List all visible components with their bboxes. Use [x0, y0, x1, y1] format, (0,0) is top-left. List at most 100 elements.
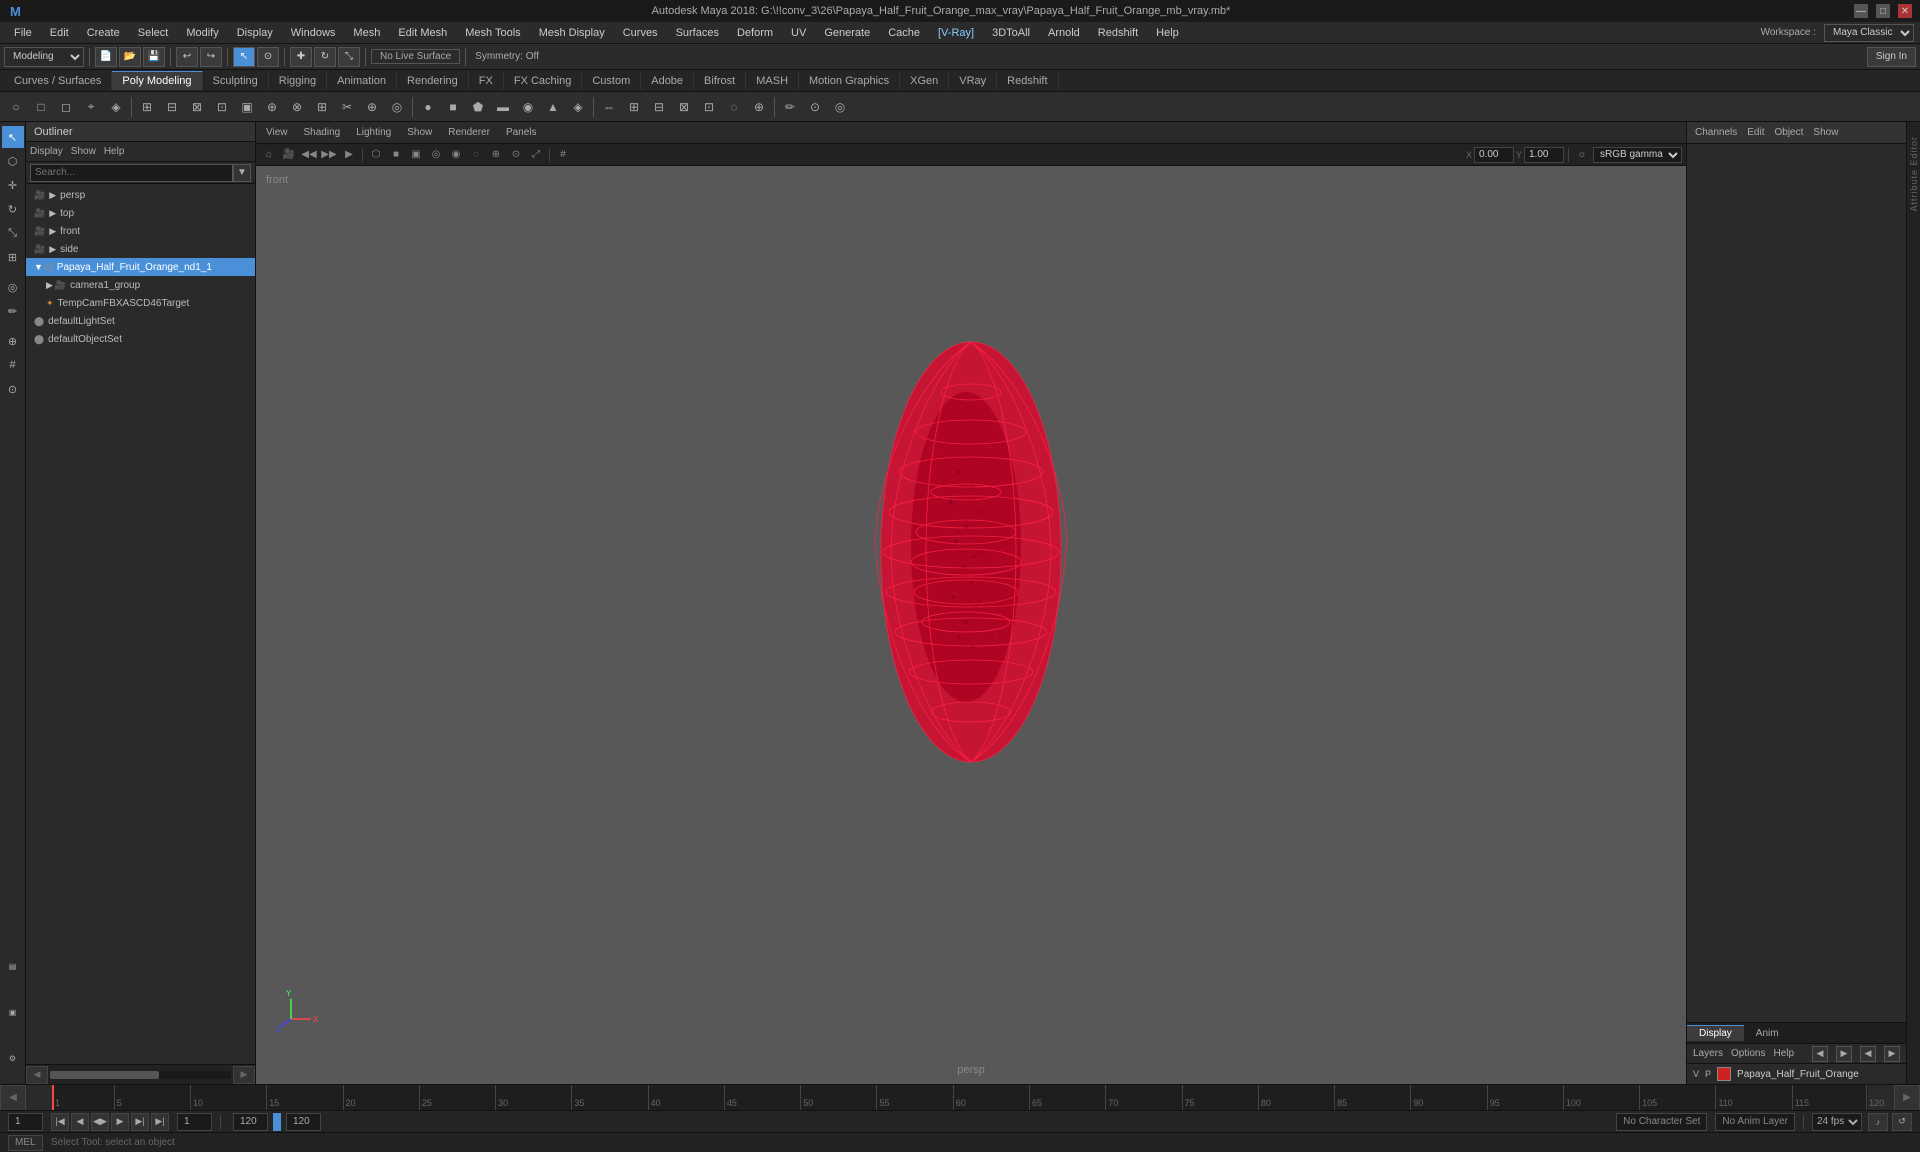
vp-play-btn[interactable]: ▶: [340, 146, 358, 164]
plane-icon[interactable]: ▬: [491, 95, 515, 119]
go-start-btn[interactable]: |◀: [51, 1113, 69, 1131]
outliner-display-menu[interactable]: Display: [30, 146, 63, 157]
select-tool-btn[interactable]: ↖: [2, 126, 24, 148]
frame-end-field[interactable]: 120: [233, 1113, 268, 1131]
attr-editor-toggle-btn[interactable]: ▣: [2, 990, 24, 1034]
vp-ao-btn[interactable]: ◌: [467, 146, 485, 164]
redo-btn[interactable]: ↪: [200, 47, 222, 67]
vp-gamma-select[interactable]: sRGB gamma: [1593, 147, 1682, 163]
outliner-item-front[interactable]: 🎥 ▶ front: [26, 222, 255, 240]
bevel-icon[interactable]: ⊠: [185, 95, 209, 119]
tab-animation[interactable]: Animation: [327, 72, 397, 90]
merge-icon[interactable]: ⊗: [285, 95, 309, 119]
vp-menu-show[interactable]: Show: [401, 127, 438, 138]
rp-channels-btn[interactable]: Channels: [1695, 127, 1737, 138]
layer-color-swatch[interactable]: [1717, 1067, 1731, 1081]
outliner-item-top[interactable]: 🎥 ▶ top: [26, 204, 255, 222]
vp-motion-blur-btn[interactable]: ⤢: [527, 146, 545, 164]
vp-menu-renderer[interactable]: Renderer: [442, 127, 496, 138]
undo-btn[interactable]: ↩: [176, 47, 198, 67]
tab-poly-modeling[interactable]: Poly Modeling: [112, 71, 202, 90]
menu-mesh-display[interactable]: Mesh Display: [531, 25, 613, 41]
menu-edit-mesh[interactable]: Edit Mesh: [390, 25, 455, 41]
snap-point-btn[interactable]: ⊕: [2, 330, 24, 352]
menu-select[interactable]: Select: [130, 25, 177, 41]
sphere-icon[interactable]: ●: [416, 95, 440, 119]
crease-icon[interactable]: ⊕: [260, 95, 284, 119]
timeline-track[interactable]: 1 5 10 15 20 25 30 35 40 45 50 55 60 65 …: [52, 1085, 1868, 1110]
tab-adobe[interactable]: Adobe: [641, 72, 694, 90]
layers-menu-item[interactable]: Layers: [1693, 1048, 1723, 1059]
rp-object-btn[interactable]: Object: [1775, 127, 1804, 138]
paint-select-btn[interactable]: ⬡: [2, 150, 24, 172]
boolean-icon[interactable]: ⊡: [697, 95, 721, 119]
tab-rigging[interactable]: Rigging: [269, 72, 327, 90]
cone-icon[interactable]: ▲: [541, 95, 565, 119]
loop-btn[interactable]: ↺: [1892, 1113, 1912, 1131]
vp-next-frame-btn[interactable]: ▶▶: [320, 146, 338, 164]
combine-icon[interactable]: ⊞: [622, 95, 646, 119]
vp-menu-panels[interactable]: Panels: [500, 127, 543, 138]
vp-menu-shading[interactable]: Shading: [298, 127, 347, 138]
menu-vray[interactable]: [V-Ray]: [930, 25, 982, 41]
fps-dropdown[interactable]: 24 fps: [1812, 1113, 1862, 1131]
go-end-btn[interactable]: ▶|: [151, 1113, 169, 1131]
tab-curves-surfaces[interactable]: Curves / Surfaces: [4, 72, 112, 90]
maximize-button[interactable]: □: [1876, 4, 1890, 18]
no-character-set-btn[interactable]: No Character Set: [1616, 1113, 1707, 1131]
options-menu-item[interactable]: Options: [1731, 1048, 1765, 1059]
start-frame-field[interactable]: 1: [8, 1113, 43, 1131]
menu-help[interactable]: Help: [1148, 25, 1187, 41]
outliner-item-papaya[interactable]: ▼ ⬡ Papaya_Half_Fruit_Orange_nd1_1: [26, 258, 255, 276]
cylinder-icon[interactable]: ⬟: [466, 95, 490, 119]
move-btn[interactable]: ✚: [290, 47, 312, 67]
tab-custom[interactable]: Custom: [582, 72, 641, 90]
menu-mesh[interactable]: Mesh: [345, 25, 388, 41]
menu-deform[interactable]: Deform: [729, 25, 781, 41]
tab-redshift[interactable]: Redshift: [997, 72, 1058, 90]
rotate-btn[interactable]: ↻: [314, 47, 336, 67]
cut-icon[interactable]: ✂: [335, 95, 359, 119]
anim-tab[interactable]: Anim: [1744, 1026, 1791, 1041]
search-options-btn[interactable]: ▼: [233, 164, 251, 182]
select-edge-icon[interactable]: □: [29, 95, 53, 119]
average-icon[interactable]: ⊕: [747, 95, 771, 119]
select-tool-icon[interactable]: ⌖: [79, 95, 103, 119]
menu-curves[interactable]: Curves: [615, 25, 666, 41]
layer-add-btn[interactable]: ◀: [1812, 1046, 1828, 1062]
rotate-tool-btn[interactable]: ↻: [2, 198, 24, 220]
vp-aa-btn[interactable]: ⊙: [507, 146, 525, 164]
outliner-item-lightset[interactable]: ⬤ defaultLightSet: [26, 312, 255, 330]
outliner-search-input[interactable]: [30, 164, 233, 182]
move-tool-btn[interactable]: ✛: [2, 174, 24, 196]
vp-gamma-toggle[interactable]: ☼: [1573, 146, 1591, 164]
select-vertex-icon[interactable]: ○: [4, 95, 28, 119]
menu-uv[interactable]: UV: [783, 25, 814, 41]
channel-box-toggle-btn[interactable]: ▤: [2, 944, 24, 988]
prev-frame-btn[interactable]: ◀: [71, 1113, 89, 1131]
vp-shadow-btn[interactable]: ◉: [447, 146, 465, 164]
component-icon[interactable]: ◈: [104, 95, 128, 119]
outliner-scroll-right[interactable]: ▶: [233, 1066, 255, 1084]
vp-wireframe-btn[interactable]: ⬡: [367, 146, 385, 164]
lasso-btn[interactable]: ⊙: [257, 47, 279, 67]
save-scene-btn[interactable]: 💾: [143, 47, 165, 67]
display-tab[interactable]: Display: [1687, 1025, 1744, 1041]
bridge-icon[interactable]: ⊟: [160, 95, 184, 119]
tab-mash[interactable]: MASH: [746, 72, 799, 90]
timeline-scroll-right[interactable]: ▶: [1894, 1085, 1920, 1111]
disk-icon[interactable]: ◈: [566, 95, 590, 119]
sign-in-btn[interactable]: Sign In: [1867, 47, 1916, 67]
vp-x-field[interactable]: [1474, 147, 1514, 163]
paint-attr-btn[interactable]: ✏: [2, 300, 24, 322]
vp-home-btn[interactable]: ⌂: [260, 146, 278, 164]
torus-icon[interactable]: ◉: [516, 95, 540, 119]
sculpt-icon[interactable]: ⊙: [803, 95, 827, 119]
timeline-scroll-left[interactable]: ◀: [0, 1085, 26, 1111]
mode-dropdown[interactable]: Modeling: [4, 47, 84, 67]
target-weld-icon[interactable]: ◎: [385, 95, 409, 119]
soft-select-icon[interactable]: ◎: [828, 95, 852, 119]
menu-generate[interactable]: Generate: [816, 25, 878, 41]
vp-light-btn[interactable]: ◎: [427, 146, 445, 164]
transform-tool-btn[interactable]: ⊞: [2, 246, 24, 268]
